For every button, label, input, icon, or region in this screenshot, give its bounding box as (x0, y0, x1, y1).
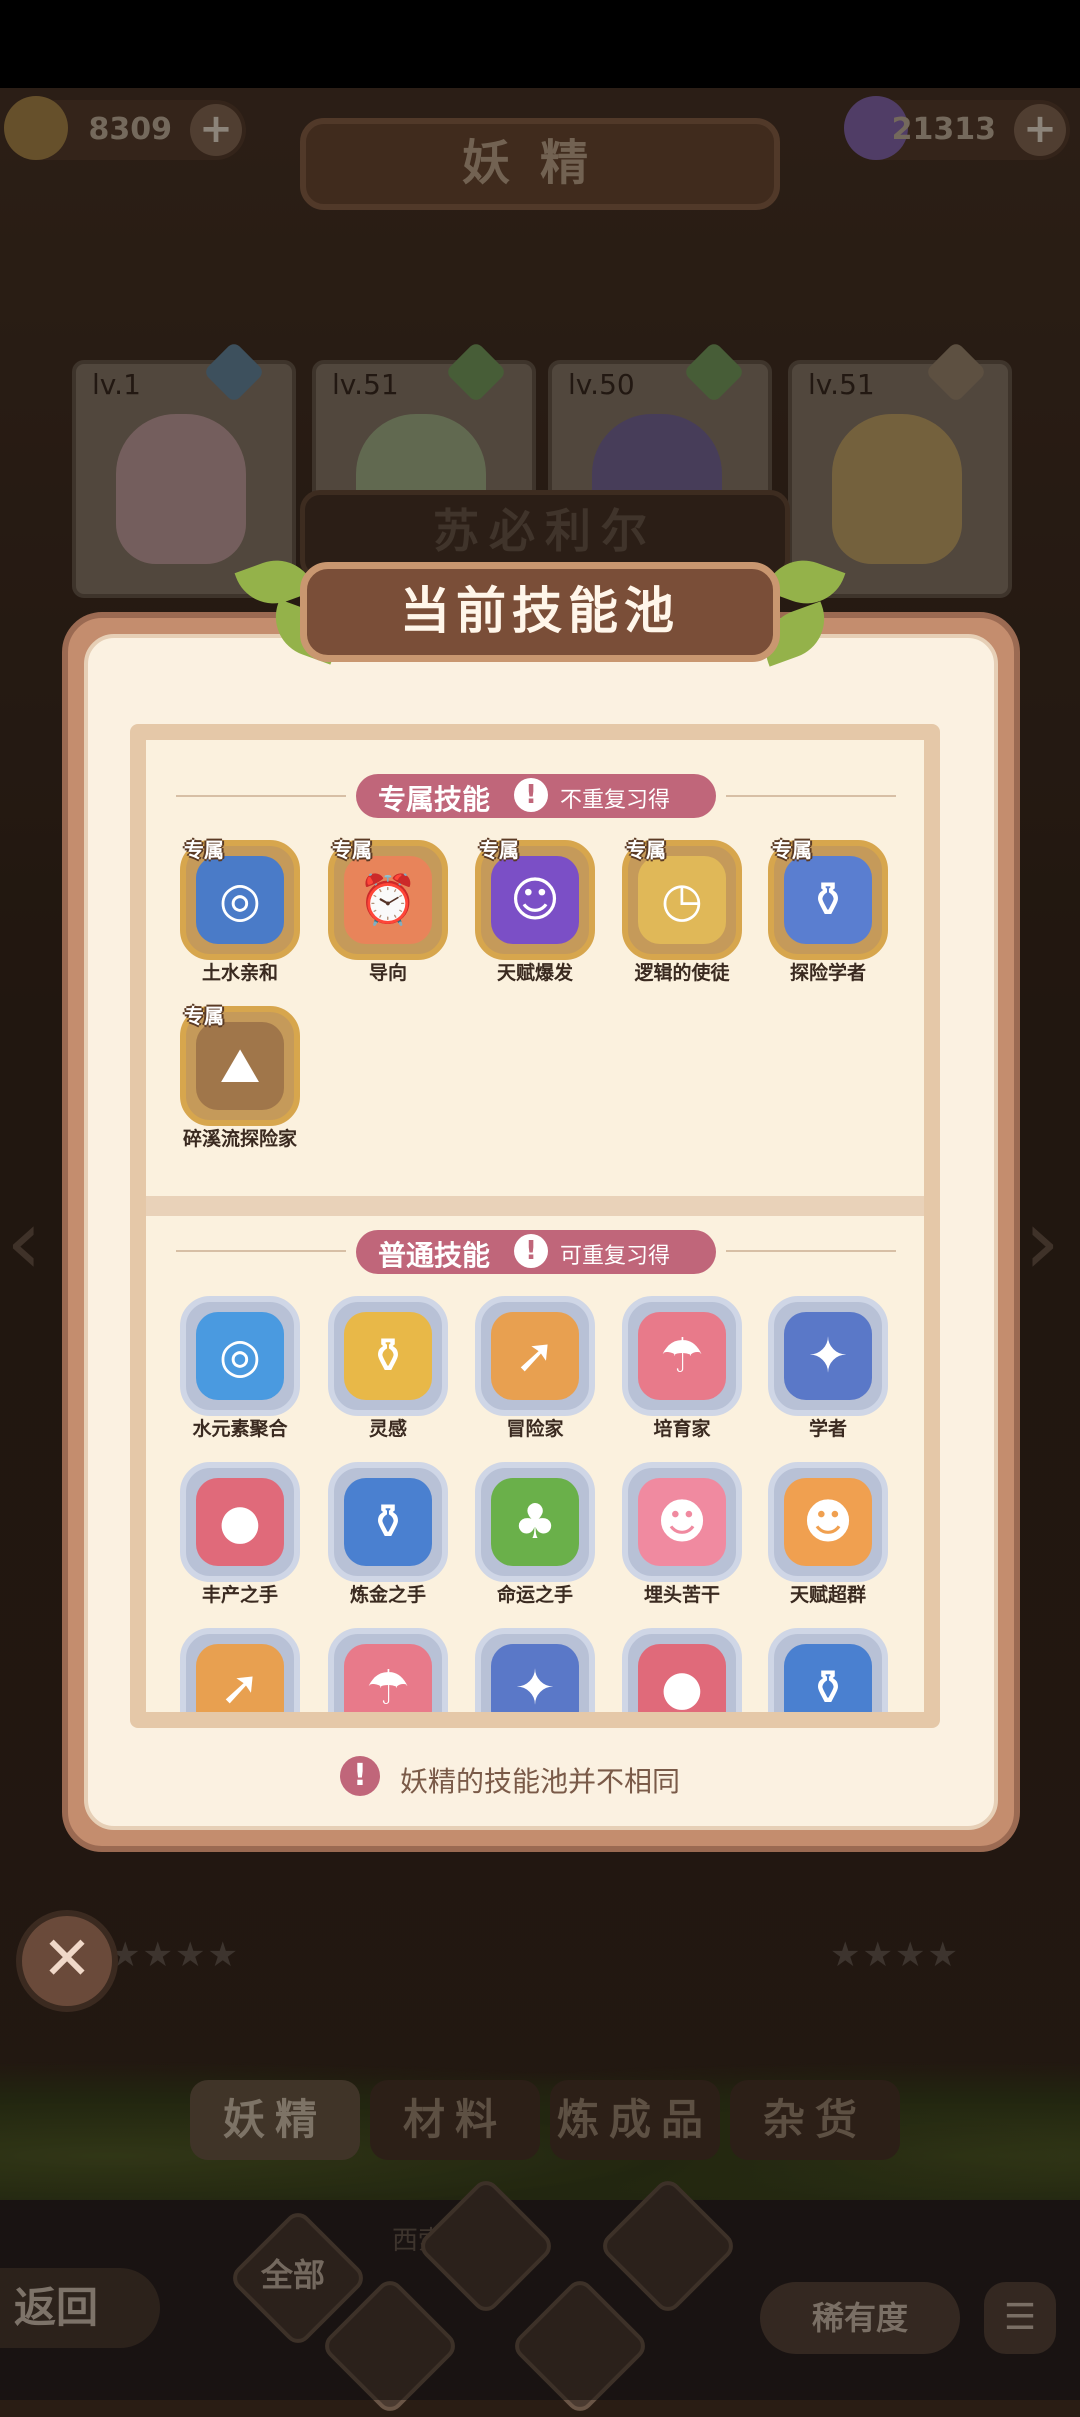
skill-frame: ⚱ (328, 1296, 448, 1416)
skill-item[interactable]: ➚ (180, 1628, 300, 1712)
clover-icon: ♣ (491, 1478, 579, 1566)
skill-item[interactable]: ⛰ 专属 碎溪流探险家 (180, 1004, 300, 1176)
rule-line (176, 795, 346, 797)
skill-frame: ● (622, 1628, 742, 1712)
swirl-icon: ◎ (196, 1312, 284, 1400)
exclusive-tag: 专属 (332, 838, 372, 862)
exclusive-tag: 专属 (626, 838, 666, 862)
common-skills-title: 普通技能 (378, 1239, 491, 1272)
skill-name: 学者 (808, 1418, 847, 1440)
skill-list-scroll[interactable]: 专属技能 ! 不重复习得 ◎ 专属 土水亲和 ⏰ 专属 导向 ☺ 专属 天赋爆发… (146, 740, 924, 1712)
alarm-clock-icon: ⏰ (344, 856, 432, 944)
skill-item[interactable]: ☺ 专属 天赋爆发 (475, 838, 595, 1010)
skill-frame: ♣ (475, 1462, 595, 1582)
skill-item[interactable]: ⚱ 专属 探险学者 (768, 838, 888, 1010)
exclusive-skills-title: 专属技能 (378, 783, 491, 816)
shell-icon: ✦ (491, 1644, 579, 1712)
skill-item[interactable]: ◷ 专属 逻辑的使徒 (622, 838, 742, 1010)
exclusive-tag: 专属 (772, 838, 812, 862)
exclusive-tag: 专属 (479, 838, 519, 862)
skill-pool-panel: 专属技能 ! 不重复习得 ◎ 专属 土水亲和 ⏰ 专属 导向 ☺ 专属 天赋爆发… (130, 724, 940, 1728)
footer-note-text: 妖精的技能池并不相同 (400, 1765, 681, 1798)
common-skills-header: 普通技能 ! 可重复习得 (356, 1230, 716, 1274)
rule-line (176, 1250, 346, 1252)
skill-item[interactable]: ➚ 冒险家 (475, 1296, 595, 1466)
face-icon: ☻ (638, 1478, 726, 1566)
section-divider (146, 1196, 924, 1216)
close-icon[interactable]: ✕ (16, 1910, 118, 2012)
landscape-icon: ⛰ (196, 1022, 284, 1110)
exclusive-tag: 专属 (184, 838, 224, 862)
skill-item[interactable]: ◎ 专属 土水亲和 (180, 838, 300, 1010)
exclamation-icon: ! (514, 1234, 548, 1268)
dialog-title: 当前技能池 (300, 562, 780, 662)
skill-item[interactable]: ● (622, 1628, 742, 1712)
skill-frame: ☂ (328, 1628, 448, 1712)
skill-item[interactable]: ◎ 水元素聚合 (180, 1296, 300, 1466)
pot-icon: ⚱ (784, 856, 872, 944)
skill-item[interactable]: ☂ (328, 1628, 448, 1712)
skill-frame: ☂ (622, 1296, 742, 1416)
exclusive-tag: 专属 (184, 1004, 224, 1028)
skill-frame: ● (180, 1462, 300, 1582)
exclamation-icon: ! (340, 1756, 380, 1796)
skill-item[interactable]: ⚱ 炼金之手 (328, 1462, 448, 1632)
exclusive-skills-note: 不重复习得 (560, 788, 671, 813)
skill-item[interactable]: ✦ 学者 (768, 1296, 888, 1466)
skill-item[interactable]: ⚱ 灵感 (328, 1296, 448, 1466)
skill-item[interactable]: ⚱ (768, 1628, 888, 1712)
skill-frame: ➚ (180, 1628, 300, 1712)
skill-frame: ◎ (180, 1296, 300, 1416)
skill-item[interactable]: ☂ 培育家 (622, 1296, 742, 1466)
skill-frame: ⚱ (768, 1628, 888, 1712)
dialog-title-text: 当前技能池 (400, 582, 680, 640)
exclamation-icon: ! (514, 778, 548, 812)
figure-icon: ☺ (491, 856, 579, 944)
skill-item[interactable]: ☻ 天赋超群 (768, 1462, 888, 1632)
exclusive-skills-header: 专属技能 ! 不重复习得 (356, 774, 716, 818)
skill-frame: ☻ (768, 1462, 888, 1582)
skill-frame: ⚱ (328, 1462, 448, 1582)
rule-line (726, 795, 896, 797)
boot-arrow-icon: ➚ (491, 1312, 579, 1400)
skill-frame: ✦ (475, 1628, 595, 1712)
tomato-icon: ● (196, 1478, 284, 1566)
tomato-icon: ● (638, 1644, 726, 1712)
skill-item[interactable]: ✦ (475, 1628, 595, 1712)
face-icon: ☻ (784, 1478, 872, 1566)
clock-icon: ◷ (638, 856, 726, 944)
pot-icon: ⚱ (344, 1312, 432, 1400)
boot-arrow-icon: ➚ (196, 1644, 284, 1712)
watering-can-icon: ☂ (638, 1312, 726, 1400)
skill-name: 探险学者 (789, 962, 866, 984)
status-bar-area (0, 0, 1080, 88)
swirl-icon: ◎ (196, 856, 284, 944)
common-skills-note: 可重复习得 (560, 1244, 671, 1269)
cauldron-icon: ⚱ (344, 1478, 432, 1566)
skill-name: 天赋超群 (789, 1584, 866, 1606)
shell-icon: ✦ (784, 1312, 872, 1400)
skill-item[interactable]: ☻ 埋头苦干 (622, 1462, 742, 1632)
skill-name: 碎溪流探险家 (182, 1128, 297, 1150)
skill-item[interactable]: ● 丰产之手 (180, 1462, 300, 1632)
rule-line (726, 1250, 896, 1252)
watering-can-icon: ☂ (344, 1644, 432, 1712)
skill-item[interactable]: ⏰ 专属 导向 (328, 838, 448, 1010)
skill-item[interactable]: ♣ 命运之手 (475, 1462, 595, 1632)
skill-frame: ➚ (475, 1296, 595, 1416)
skill-frame: ✦ (768, 1296, 888, 1416)
cauldron-icon: ⚱ (784, 1644, 872, 1712)
skill-frame: ☻ (622, 1462, 742, 1582)
